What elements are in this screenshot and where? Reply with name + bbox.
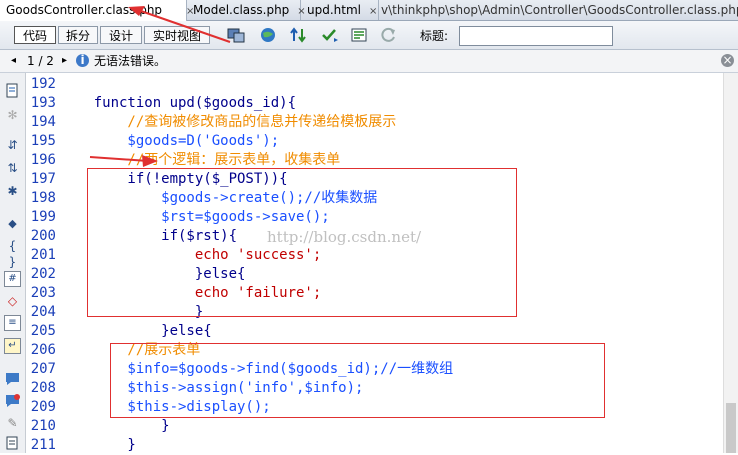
arrow-to-comment — [89, 155, 158, 167]
annotation-arrows — [89, 6, 231, 167]
arrow-to-tab — [128, 6, 231, 43]
